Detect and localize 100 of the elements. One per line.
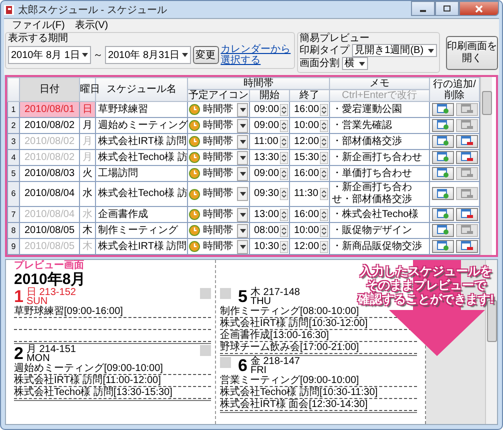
minimize-button[interactable] bbox=[411, 1, 435, 16]
split-select[interactable]: 横 bbox=[342, 57, 368, 70]
print-type-select[interactable]: 見開き1週間(B) bbox=[352, 44, 437, 57]
delete-row-button[interactable] bbox=[456, 166, 478, 180]
icon-dropdown[interactable]: 時間帯 bbox=[189, 166, 248, 180]
add-icon bbox=[437, 120, 450, 130]
add-icon bbox=[437, 225, 450, 236]
icon-dropdown[interactable]: 時間帯 bbox=[189, 134, 248, 148]
menu-item[interactable]: 表示(V) bbox=[74, 20, 108, 32]
caret-icon bbox=[240, 124, 246, 128]
spinner-icon bbox=[320, 188, 328, 200]
memo-cell[interactable]: ・販促物デザイン bbox=[330, 222, 430, 238]
weekday-cell: 月 bbox=[80, 118, 96, 134]
add-row-button[interactable] bbox=[432, 187, 454, 200]
end-time-spinner[interactable]: 15:30 bbox=[291, 152, 328, 164]
caret-icon bbox=[358, 62, 365, 66]
delete-row-button[interactable] bbox=[456, 208, 478, 221]
icon-dropdown[interactable]: 時間帯 bbox=[189, 240, 248, 254]
start-time-spinner[interactable]: 09:00 bbox=[251, 168, 288, 180]
start-time-spinner[interactable]: 09:00 bbox=[251, 104, 288, 116]
add-icon bbox=[437, 168, 450, 178]
weekday-cell: 月 bbox=[80, 150, 96, 166]
name-cell[interactable]: 株式会社IRT様 訪問 bbox=[96, 238, 188, 254]
row-number: 5 bbox=[8, 166, 20, 182]
end-time-spinner[interactable]: 12:00 bbox=[291, 136, 328, 148]
start-time-spinner[interactable]: 10:30 bbox=[251, 240, 288, 252]
add-row-button[interactable] bbox=[432, 118, 454, 132]
add-row-button[interactable] bbox=[432, 166, 454, 180]
date-cell[interactable]: 2010/08/02 bbox=[20, 118, 80, 134]
clock-icon bbox=[189, 168, 200, 179]
day-of-week: MON bbox=[26, 354, 51, 363]
name-cell[interactable]: 工場訪問 bbox=[96, 166, 188, 182]
close-button[interactable] bbox=[459, 1, 499, 16]
name-cell[interactable]: 企画書作成 bbox=[96, 206, 188, 222]
end-time-spinner[interactable]: 16:00 bbox=[291, 168, 328, 180]
spinner-icon bbox=[280, 152, 288, 164]
add-row-button[interactable] bbox=[432, 224, 454, 237]
column-header: 予定アイコン bbox=[188, 90, 250, 102]
end-time-spinner[interactable]: 10:00 bbox=[291, 224, 328, 236]
open-print-button[interactable]: 印刷画面を開く bbox=[446, 36, 498, 70]
date-picker[interactable]: 2010年 8月31日 bbox=[104, 46, 191, 64]
change-button[interactable]: 変更 bbox=[192, 46, 219, 64]
delete-icon bbox=[461, 188, 474, 199]
add-icon bbox=[437, 188, 450, 199]
memo-cell[interactable]: ・営業先確認 bbox=[330, 118, 430, 134]
delete-row-button[interactable] bbox=[456, 134, 478, 148]
start-time-spinner[interactable]: 13:00 bbox=[251, 208, 288, 220]
icon-dropdown[interactable]: 時間帯 bbox=[189, 102, 248, 116]
memo-cell[interactable]: ・単価打ち合わせ bbox=[330, 166, 430, 182]
name-cell[interactable]: 草野球練習 bbox=[96, 102, 188, 118]
maximize-button[interactable] bbox=[435, 1, 459, 16]
start-time-spinner[interactable]: 08:00 bbox=[251, 224, 288, 236]
spinner-icon bbox=[280, 120, 288, 132]
start-time-spinner[interactable]: 09:00 bbox=[251, 120, 288, 132]
memo-cell[interactable]: ・株式会社Techo様 bbox=[330, 206, 430, 222]
name-cell[interactable]: 株式会社IRT様 訪問 bbox=[96, 134, 188, 150]
group-label: 表示する期間 bbox=[8, 33, 69, 44]
name-cell[interactable]: 制作ミーティング bbox=[96, 222, 188, 238]
date-cell[interactable]: 2010/08/04 bbox=[20, 182, 80, 206]
end-time-spinner[interactable]: 10:00 bbox=[291, 120, 328, 132]
delete-row-button[interactable] bbox=[456, 224, 478, 237]
start-time-spinner[interactable]: 13:30 bbox=[251, 152, 288, 164]
day-of-week: THU bbox=[250, 297, 272, 306]
field-label: 画面分割 bbox=[300, 58, 340, 70]
name-cell[interactable]: 週始めミーティング bbox=[96, 118, 188, 134]
add-row-button[interactable] bbox=[432, 208, 454, 221]
name-cell[interactable]: 株式会社Techo様 訪 bbox=[96, 182, 188, 206]
icon-dropdown[interactable]: 時間帯 bbox=[189, 118, 248, 132]
menu-item[interactable]: ファイル(F) bbox=[12, 20, 65, 32]
add-row-button[interactable] bbox=[432, 150, 454, 164]
end-time-spinner[interactable]: 12:00 bbox=[291, 240, 328, 252]
end-time-spinner[interactable]: 16:00 bbox=[291, 104, 328, 116]
column-header: 行の追加/削除 bbox=[430, 78, 480, 102]
name-cell[interactable]: 株式会社Techo様 訪 bbox=[96, 150, 188, 166]
memo-cell[interactable]: ・新企画打ち合わせ・部材価格交渉 bbox=[330, 182, 430, 206]
end-time-spinner[interactable]: 16:00 bbox=[291, 208, 328, 220]
date-cell[interactable]: 2010/08/03 bbox=[20, 166, 80, 182]
add-row-button[interactable] bbox=[432, 102, 454, 116]
memo-cell[interactable]: ・新企画打ち合わせ bbox=[330, 150, 430, 166]
column-hint: Ctrl+Enterで改行 bbox=[330, 90, 430, 102]
add-row-button[interactable] bbox=[432, 240, 454, 253]
icon-dropdown[interactable]: 時間帯 bbox=[189, 208, 248, 222]
icon-dropdown[interactable]: 時間帯 bbox=[189, 224, 248, 238]
memo-cell[interactable]: ・新商品販促物交渉 bbox=[330, 238, 430, 254]
delete-row-button[interactable] bbox=[456, 150, 478, 164]
date-picker[interactable]: 2010年 8月 1日 bbox=[8, 46, 91, 64]
memo-cell[interactable]: ・部材価格交渉 bbox=[330, 134, 430, 150]
scrollbar[interactable] bbox=[480, 77, 492, 255]
delete-row-button[interactable] bbox=[456, 187, 478, 200]
delete-row-button[interactable] bbox=[456, 102, 478, 116]
delete-row-button[interactable] bbox=[456, 240, 478, 253]
start-time-spinner[interactable]: 11:00 bbox=[251, 136, 288, 148]
memo-cell[interactable]: ・愛宕運動公園 bbox=[330, 102, 430, 118]
add-icon bbox=[437, 241, 450, 252]
day-info: 木 217-148 bbox=[250, 288, 300, 297]
delete-row-button[interactable] bbox=[456, 118, 478, 132]
add-row-button[interactable] bbox=[432, 134, 454, 148]
calendar-link[interactable]: カレンダーから選択する bbox=[220, 44, 292, 66]
icon-dropdown[interactable]: 時間帯 bbox=[189, 150, 248, 164]
date-cell[interactable]: 2010/08/05 bbox=[20, 222, 80, 238]
